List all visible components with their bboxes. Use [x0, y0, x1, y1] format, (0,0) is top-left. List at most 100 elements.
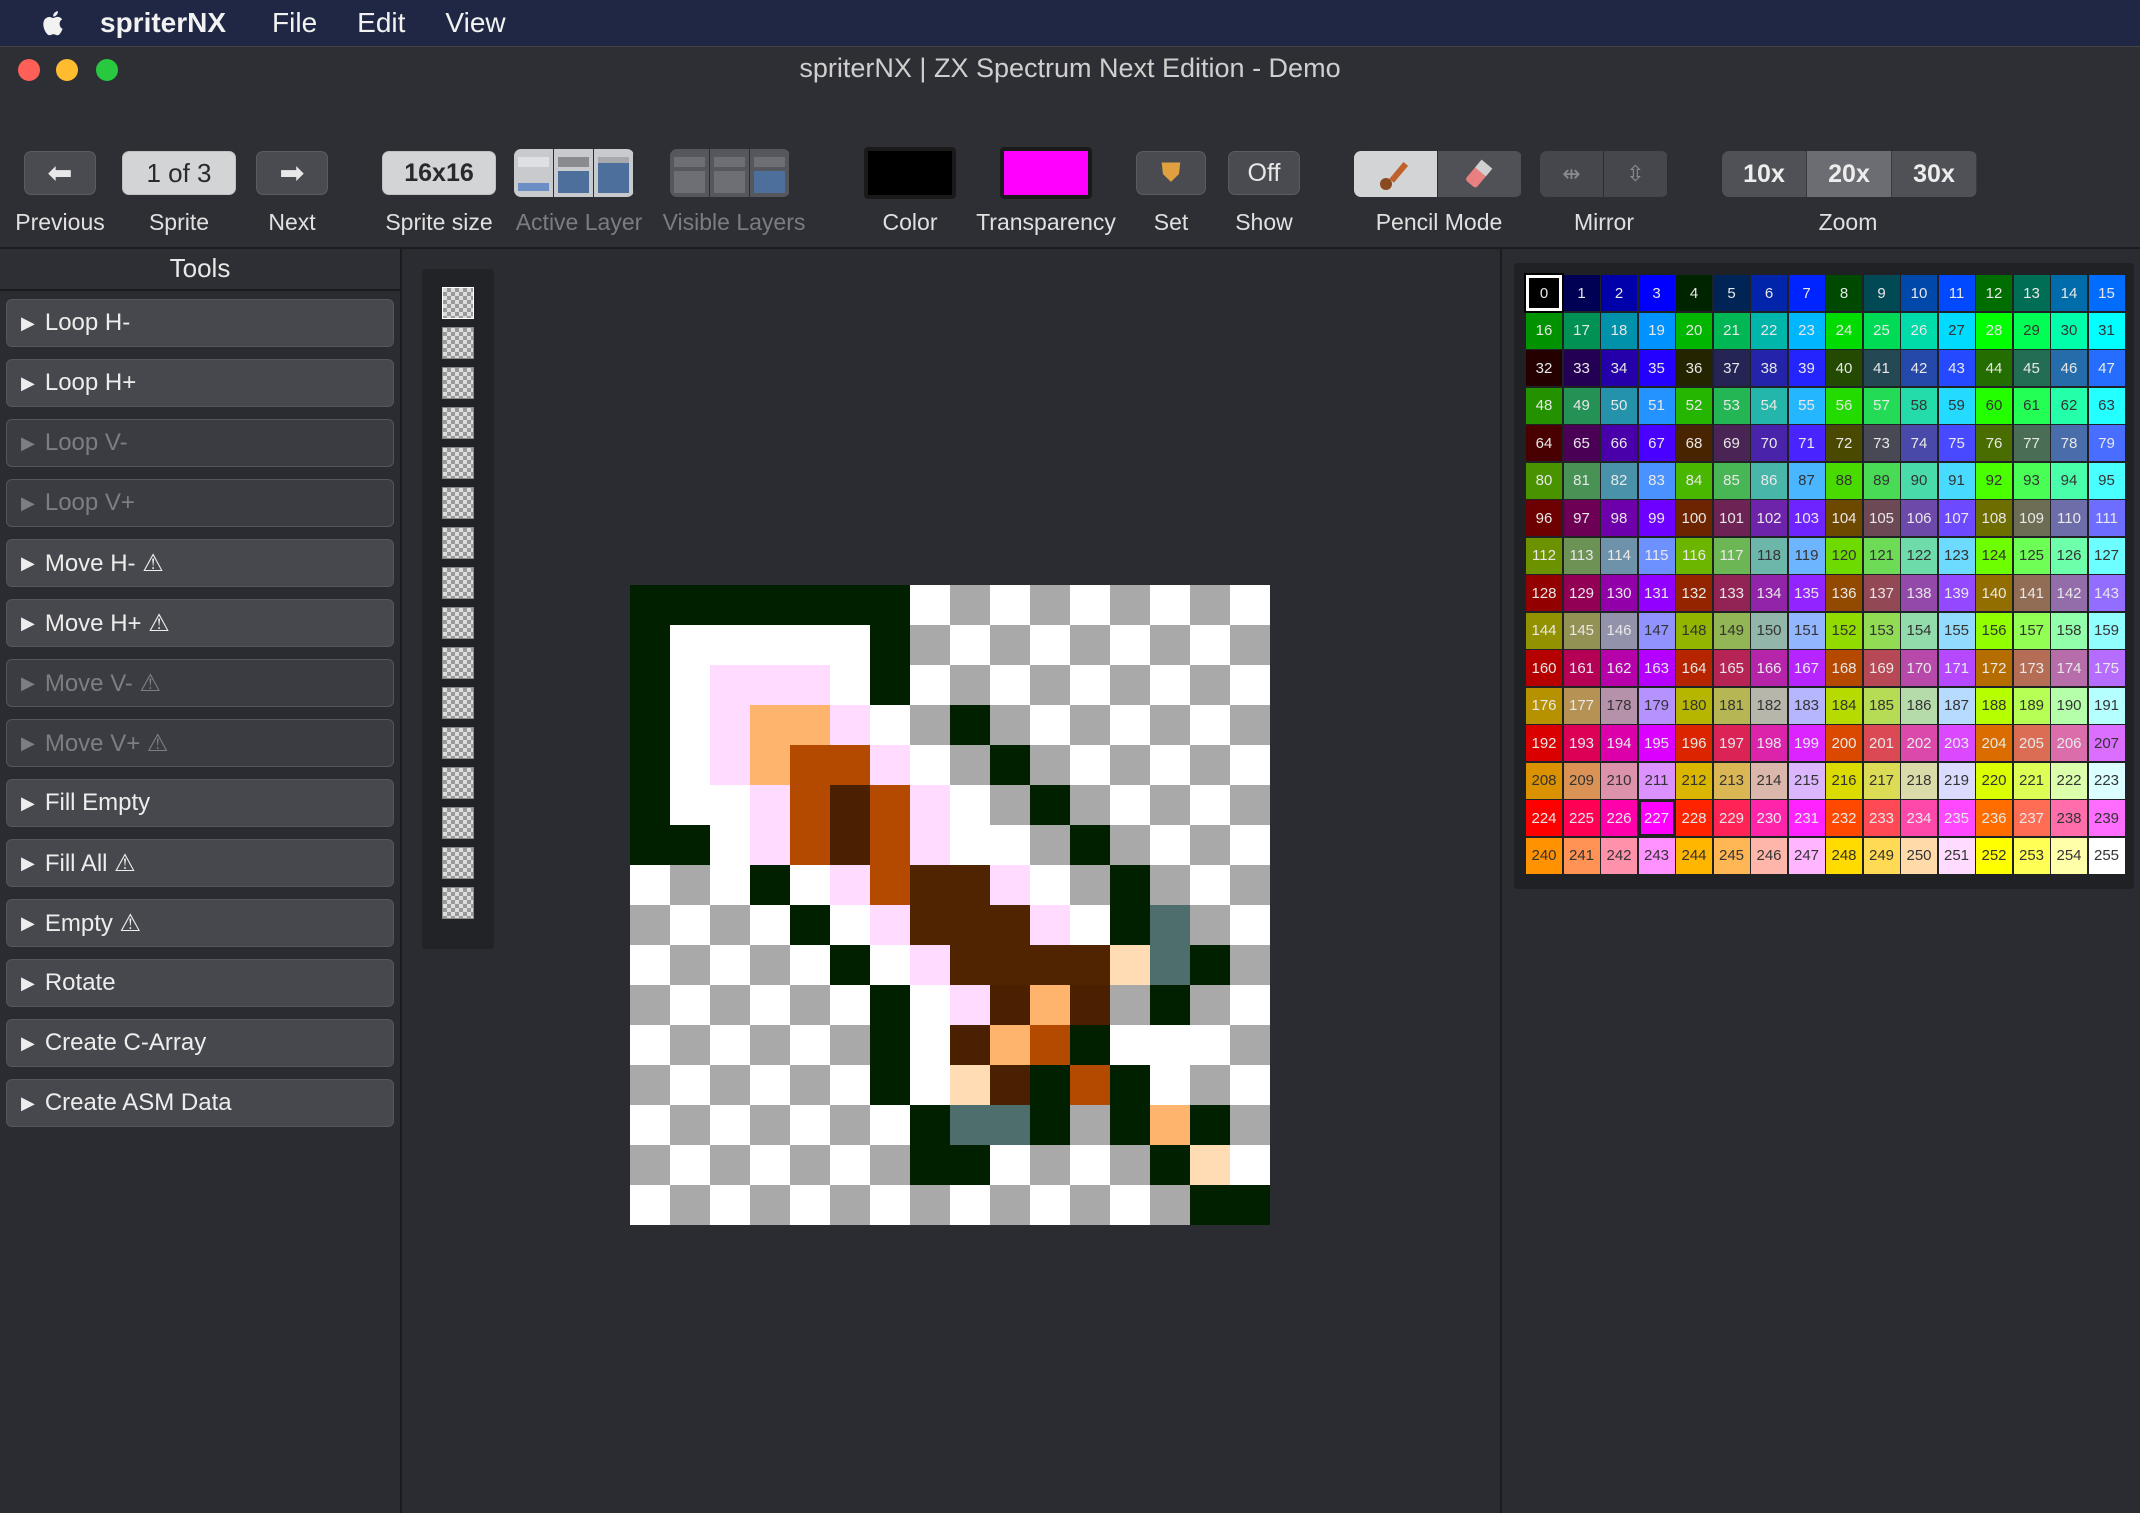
palette-color-9[interactable]: 9 — [1863, 275, 1900, 311]
palette-color-167[interactable]: 167 — [1788, 650, 1825, 686]
sprite-pixel-transparent[interactable] — [1110, 825, 1150, 865]
palette-color-127[interactable]: 127 — [2088, 537, 2125, 574]
palette-color-135[interactable]: 135 — [1788, 575, 1825, 611]
sprite-pixel-transparent[interactable] — [830, 1065, 870, 1105]
palette-color-13[interactable]: 13 — [2013, 275, 2050, 311]
menu-app-name[interactable]: spriterNX — [100, 7, 226, 39]
palette-color-64[interactable]: 64 — [1526, 425, 1562, 461]
palette-color-39[interactable]: 39 — [1788, 350, 1825, 386]
sprite-pixel-transparent[interactable] — [670, 1025, 710, 1065]
sprite-pixel-transparent[interactable] — [1230, 1025, 1270, 1065]
palette-color-176[interactable]: 176 — [1526, 687, 1562, 724]
sprite-pixel[interactable] — [1030, 985, 1070, 1025]
palette-color-76[interactable]: 76 — [1976, 425, 2012, 461]
palette-color-162[interactable]: 162 — [1601, 650, 1637, 686]
layer-2-icon[interactable] — [554, 149, 594, 197]
tool-button-loop-h[interactable]: ▶ Loop H- — [6, 299, 394, 347]
palette-color-106[interactable]: 106 — [1901, 500, 1937, 536]
sprite-pixel[interactable] — [1110, 1105, 1150, 1145]
palette-color-131[interactable]: 131 — [1638, 575, 1675, 611]
sprite-pixel[interactable] — [1230, 1185, 1270, 1225]
sprite-pixel-transparent[interactable] — [870, 1105, 910, 1145]
palette-color-14[interactable]: 14 — [2051, 275, 2087, 311]
sprite-pixel[interactable] — [830, 905, 870, 945]
palette-color-151[interactable]: 151 — [1788, 612, 1825, 649]
palette-color-218[interactable]: 218 — [1901, 762, 1937, 799]
palette-color-27[interactable]: 27 — [1938, 312, 1975, 349]
show-toggle[interactable]: Off — [1228, 151, 1300, 195]
palette-color-51[interactable]: 51 — [1638, 387, 1675, 424]
palette-color-215[interactable]: 215 — [1788, 762, 1825, 799]
sprite-pixel-transparent[interactable] — [710, 1065, 750, 1105]
sprite-pixel[interactable] — [990, 985, 1030, 1025]
sprite-pixel-transparent[interactable] — [1030, 625, 1070, 665]
palette-color-196[interactable]: 196 — [1676, 725, 1712, 761]
palette-color-227[interactable]: 227 — [1638, 800, 1675, 836]
brush-icon[interactable] — [1354, 151, 1438, 197]
sprite-pixel-transparent[interactable] — [1110, 745, 1150, 785]
sprite-pixel-transparent[interactable] — [1110, 1185, 1150, 1225]
palette-color-140[interactable]: 140 — [1976, 575, 2012, 611]
palette-color-17[interactable]: 17 — [1563, 312, 1600, 349]
palette-color-7[interactable]: 7 — [1788, 275, 1825, 311]
palette-color-48[interactable]: 48 — [1526, 387, 1562, 424]
palette-color-136[interactable]: 136 — [1826, 575, 1862, 611]
sprite-pixel[interactable] — [1030, 945, 1070, 985]
sprite-pixel-transparent[interactable] — [1150, 865, 1190, 905]
palette-color-171[interactable]: 171 — [1938, 650, 1975, 686]
sprite-pixel[interactable] — [1150, 1105, 1190, 1145]
sprite-pixel-transparent[interactable] — [830, 1185, 870, 1225]
sprite-pixel-transparent[interactable] — [910, 625, 950, 665]
sprite-pixel[interactable] — [790, 905, 830, 945]
palette-color-70[interactable]: 70 — [1751, 425, 1787, 461]
sprite-pixel[interactable] — [670, 745, 710, 785]
sprite-pixel-transparent[interactable] — [1190, 745, 1230, 785]
palette-color-154[interactable]: 154 — [1901, 612, 1937, 649]
palette-color-144[interactable]: 144 — [1526, 612, 1562, 649]
palette-color-8[interactable]: 8 — [1826, 275, 1862, 311]
sprite-pixel-transparent[interactable] — [1070, 585, 1110, 625]
palette-color-102[interactable]: 102 — [1751, 500, 1787, 536]
palette-color-255[interactable]: 255 — [2088, 837, 2125, 874]
sprite-pixel[interactable] — [1110, 1065, 1150, 1105]
sprite-pixel-transparent[interactable] — [1030, 825, 1070, 865]
palette-color-156[interactable]: 156 — [1976, 612, 2012, 649]
sprite-pixel-transparent[interactable] — [710, 985, 750, 1025]
tool-button-move-v[interactable]: ▶ Move V- ⚠ — [6, 659, 394, 707]
palette-color-220[interactable]: 220 — [1976, 762, 2012, 799]
sprite-pixel[interactable] — [950, 705, 990, 745]
palette-color-133[interactable]: 133 — [1713, 575, 1750, 611]
sprite-pixel-transparent[interactable] — [1030, 705, 1070, 745]
sprite-pixel-transparent[interactable] — [1150, 705, 1190, 745]
sprite-pixel[interactable] — [950, 905, 990, 945]
sprite-pixel-transparent[interactable] — [710, 905, 750, 945]
sprite-pixel-transparent[interactable] — [990, 705, 1030, 745]
palette-color-236[interactable]: 236 — [1976, 800, 2012, 836]
palette-color-129[interactable]: 129 — [1563, 575, 1600, 611]
sprite-pixel-transparent[interactable] — [950, 585, 990, 625]
palette-color-19[interactable]: 19 — [1638, 312, 1675, 349]
palette-color-160[interactable]: 160 — [1526, 650, 1562, 686]
palette-color-222[interactable]: 222 — [2051, 762, 2087, 799]
sprite-pixel[interactable] — [670, 665, 710, 705]
palette-color-152[interactable]: 152 — [1826, 612, 1862, 649]
tool-button-create-c-array[interactable]: ▶ Create C-Array — [6, 1019, 394, 1067]
palette-color-243[interactable]: 243 — [1638, 837, 1675, 874]
sprite-pixel-transparent[interactable] — [630, 865, 670, 905]
palette-color-93[interactable]: 93 — [2013, 462, 2050, 499]
sprite-pixel-transparent[interactable] — [1030, 665, 1070, 705]
sprite-pixel-transparent[interactable] — [710, 1105, 750, 1145]
palette-color-197[interactable]: 197 — [1713, 725, 1750, 761]
sprite-pixel-transparent[interactable] — [670, 1065, 710, 1105]
palette-color-52[interactable]: 52 — [1676, 387, 1712, 424]
sprite-pixel[interactable] — [830, 745, 870, 785]
palette-color-233[interactable]: 233 — [1863, 800, 1900, 836]
sprite-pixel-transparent[interactable] — [910, 705, 950, 745]
sprite-pixel-transparent[interactable] — [670, 945, 710, 985]
palette-color-38[interactable]: 38 — [1751, 350, 1787, 386]
sprite-pixel[interactable] — [710, 785, 750, 825]
palette-color-163[interactable]: 163 — [1638, 650, 1675, 686]
sprite-pixel-transparent[interactable] — [830, 1105, 870, 1145]
palette-color-6[interactable]: 6 — [1751, 275, 1787, 311]
palette-color-241[interactable]: 241 — [1563, 837, 1600, 874]
